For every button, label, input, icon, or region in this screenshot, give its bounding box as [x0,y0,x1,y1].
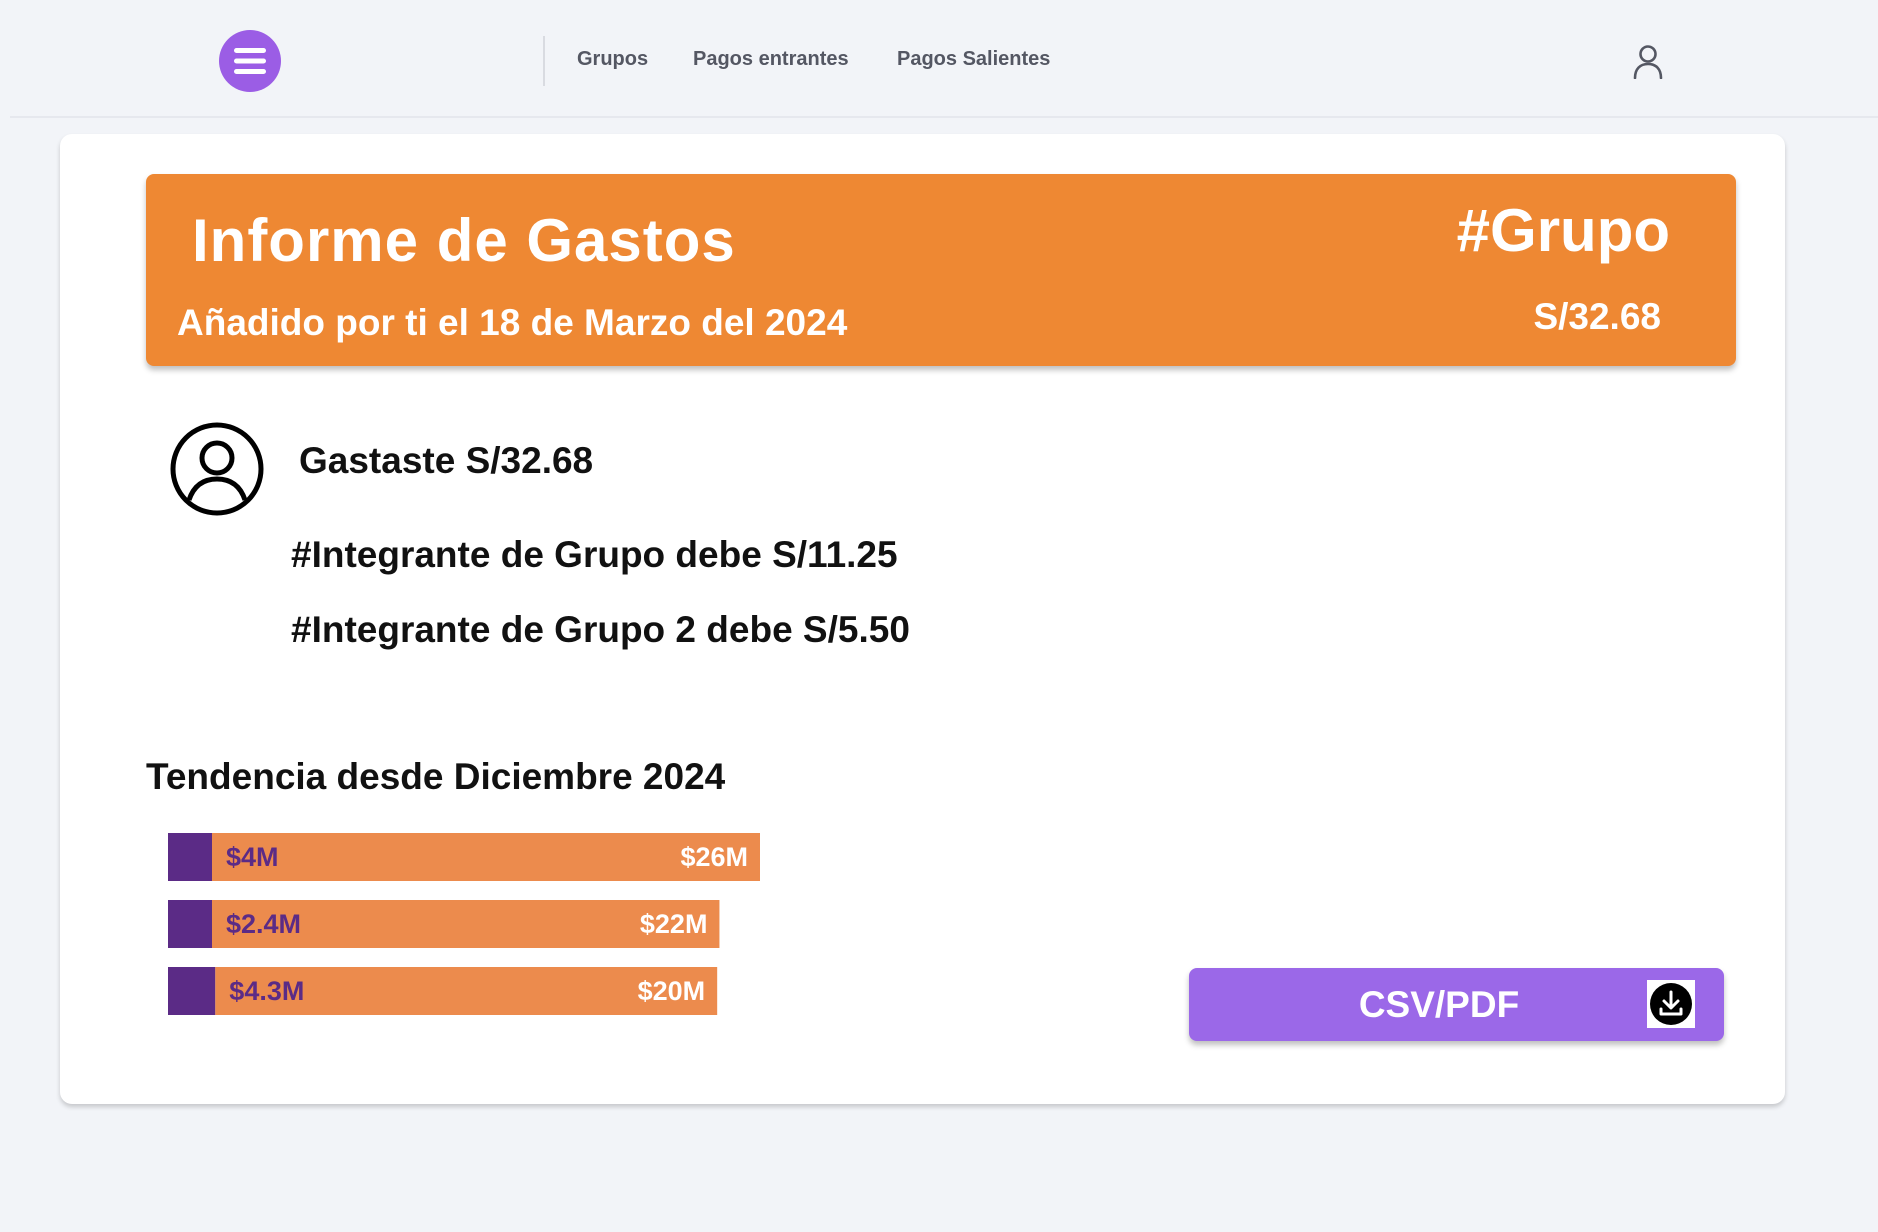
debt-line-2: #Integrante de Grupo 2 debe S/5.50 [291,609,910,650]
bar-label-small-2: $2.4M [226,909,301,939]
bar-segment-small-3 [168,967,216,1015]
bar-label-small-1: $4M [226,842,279,872]
trend-bar-chart: $4M $26M $2.4M $22M $4.3M $20M [168,833,760,1015]
hamburger-icon [234,48,266,74]
report-title: Informe de Gastos [192,207,736,274]
nav-link-pagos-salientes[interactable]: Pagos Salientes [897,48,1050,71]
report-added-date: Añadido por ti el 18 de Marzo del 2024 [177,302,848,343]
bar-segment-small-1 [168,833,212,881]
top-navigation-bar: Grupos Pagos entrantes Pagos Salientes [10,0,1878,118]
report-total-amount: S/32.68 [1533,296,1661,337]
download-button-label: CSV/PDF [1358,984,1520,1025]
bar-label-small-3: $4.3M [229,976,304,1006]
bar-segment-large-1 [212,833,760,881]
download-csv-pdf-button[interactable]: CSV/PDF [1189,968,1724,1041]
spent-summary: Gastaste S/32.68 [299,440,594,481]
group-tag[interactable]: #Grupo [1457,196,1670,265]
user-circle-icon [170,422,264,516]
expense-report-card: Informe de Gastos Añadido por ti el 18 d… [60,134,1785,1104]
bar-label-large-2: $22M [640,909,708,939]
bar-segment-small-2 [168,900,212,948]
nav-divider [543,36,545,86]
download-icon-box [1647,980,1695,1028]
nav-link-pagos-entrantes[interactable]: Pagos entrantes [693,48,849,71]
user-icon [1633,45,1663,80]
bar-label-large-3: $20M [638,976,706,1006]
download-icon [1650,983,1692,1025]
user-profile-button[interactable] [1632,45,1664,80]
nav-link-grupos[interactable]: Grupos [577,48,648,71]
trend-title: Tendencia desde Diciembre 2024 [146,756,726,797]
debt-line-1: #Integrante de Grupo debe S/11.25 [291,534,898,575]
report-header-banner: Informe de Gastos Añadido por ti el 18 d… [146,174,1736,366]
menu-button[interactable] [219,30,281,92]
bar-label-large-1: $26M [680,842,748,872]
